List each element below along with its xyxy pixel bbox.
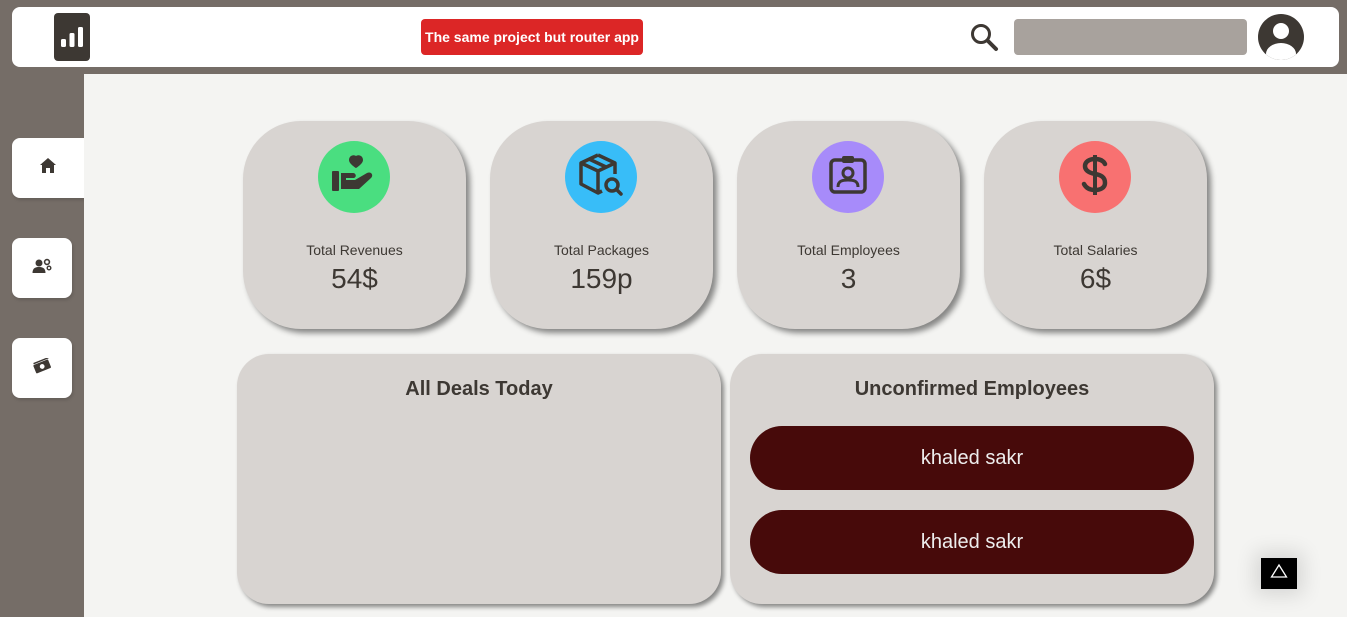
package-icon-circle (565, 141, 637, 213)
stat-label: Total Revenues (306, 242, 403, 258)
bar-chart-icon[interactable] (54, 13, 90, 61)
stat-value: 54$ (331, 263, 378, 294)
user-avatar-icon[interactable] (1258, 14, 1304, 60)
top-bar: The same project but router app (12, 7, 1339, 67)
triangle-up-icon (1270, 563, 1288, 584)
salary-icon-circle (1059, 141, 1131, 213)
stat-card-employees: Total Employees 3 (737, 121, 960, 329)
sidebar-item-salaries[interactable] (12, 338, 72, 398)
search-icon[interactable] (968, 21, 1000, 53)
all-deals-panel: All Deals Today (237, 354, 721, 604)
home-icon (39, 157, 57, 179)
scroll-top-button[interactable] (1261, 558, 1297, 589)
money-icon (32, 356, 52, 379)
user-gear-icon (32, 258, 52, 279)
stat-label: Total Salaries (1053, 242, 1138, 258)
stat-card-salaries: Total Salaries 6$ (984, 121, 1207, 329)
id-badge-icon (828, 155, 868, 200)
revenue-icon-circle (318, 141, 390, 213)
sidebar-item-employees[interactable] (12, 238, 72, 298)
stat-label: Total Packages (554, 242, 649, 258)
sidebar-item-home[interactable] (12, 138, 84, 198)
employee-item[interactable]: khaled sakr (750, 426, 1194, 490)
employee-icon-circle (812, 141, 884, 213)
stat-value: 159p (570, 263, 633, 294)
router-app-banner-button[interactable]: The same project but router app (421, 19, 643, 55)
employee-item[interactable]: khaled sakr (750, 510, 1194, 574)
stat-value: 3 (840, 263, 857, 294)
search-input[interactable] (1014, 19, 1247, 55)
unconfirmed-employees-panel: Unconfirmed Employees khaled sakr khaled… (730, 354, 1214, 604)
panel-title: All Deals Today (405, 378, 553, 400)
package-search-icon (578, 152, 624, 203)
dollar-icon (1080, 153, 1110, 202)
stat-label: Total Employees (797, 242, 900, 258)
hand-holding-heart-icon (331, 154, 377, 200)
stat-card-packages: Total Packages 159p (490, 121, 713, 329)
stat-card-revenues: Total Revenues 54$ (243, 121, 466, 329)
panel-title: Unconfirmed Employees (854, 378, 1090, 400)
stat-value: 6$ (1079, 263, 1112, 294)
